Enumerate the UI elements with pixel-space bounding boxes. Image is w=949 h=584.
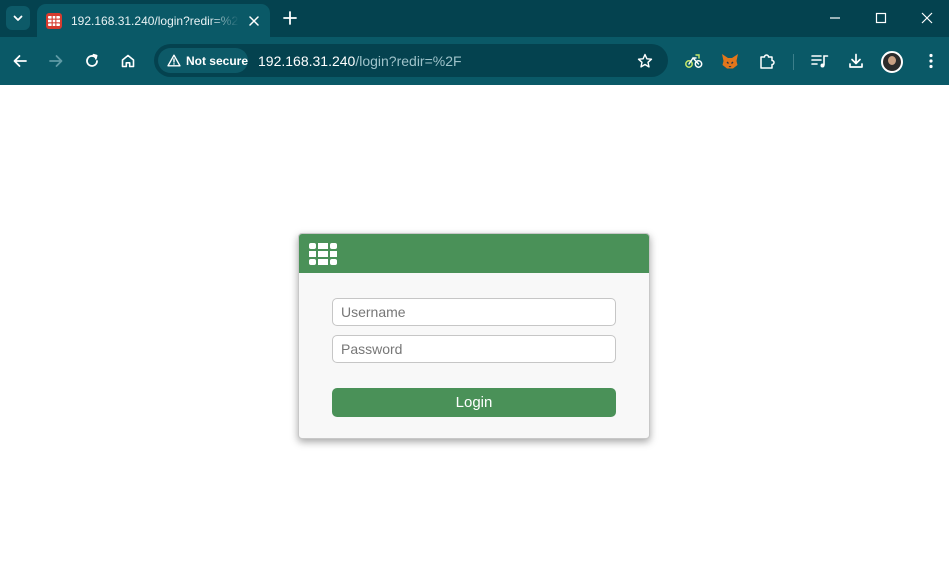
username-input[interactable] [332, 298, 616, 326]
tab-close-button[interactable] [246, 13, 262, 29]
login-panel-header [299, 234, 649, 273]
metamask-extension-button[interactable] [718, 49, 742, 73]
warning-icon [167, 54, 181, 67]
browser-tab[interactable]: 192.168.31.240/login?redir=%2F [37, 4, 270, 37]
tab-strip: 192.168.31.240/login?redir=%2F [0, 0, 949, 37]
puzzle-icon [760, 54, 775, 69]
home-icon [121, 54, 135, 68]
maximize-icon [875, 12, 887, 24]
bookmark-button[interactable] [636, 52, 654, 70]
tab-title: 192.168.31.240/login?redir=%2F [71, 13, 239, 28]
fortinet-favicon-icon [46, 12, 62, 29]
fox-icon [722, 53, 738, 68]
fortinet-logo-icon [309, 243, 337, 265]
maximize-button[interactable] [869, 6, 893, 30]
browser-toolbar: Not secure 192.168.31.240/login?redir=%2… [0, 37, 949, 85]
star-icon [637, 53, 653, 68]
arrow-left-icon [13, 55, 27, 67]
home-button[interactable] [116, 49, 140, 73]
not-secure-label: Not secure [185, 53, 248, 68]
url-host: 192.168.31.240 [258, 53, 356, 69]
url-path: /login?redir=%2F [355, 53, 462, 69]
extension-button-1[interactable] [682, 49, 706, 73]
tab-search-button[interactable] [6, 6, 30, 30]
playlist-music-icon [811, 55, 829, 68]
site-security-chip[interactable]: Not secure [158, 48, 248, 73]
reload-icon [86, 53, 98, 67]
close-icon [921, 12, 933, 24]
login-button[interactable]: Login [332, 388, 616, 417]
address-bar[interactable]: Not secure 192.168.31.240/login?redir=%2… [154, 44, 668, 77]
plus-icon [283, 11, 297, 25]
forward-button[interactable] [44, 49, 68, 73]
arrow-right-icon [49, 55, 63, 67]
url-text: 192.168.31.240/login?redir=%2F [258, 53, 462, 69]
close-icon [249, 16, 259, 26]
minimize-icon [830, 17, 840, 19]
chevron-down-icon [13, 15, 23, 21]
more-vertical-icon [929, 53, 933, 69]
password-input[interactable] [332, 335, 616, 363]
toolbar-separator [793, 54, 794, 70]
extensions-button[interactable] [755, 49, 779, 73]
reload-button[interactable] [80, 49, 104, 73]
new-tab-button[interactable] [280, 8, 300, 28]
media-controls-button[interactable] [808, 49, 832, 73]
close-window-button[interactable] [915, 6, 939, 30]
downloads-button[interactable] [844, 49, 868, 73]
back-button[interactable] [8, 49, 32, 73]
download-icon [849, 53, 863, 68]
login-panel: Login [298, 233, 650, 439]
minimize-button[interactable] [823, 6, 847, 30]
profile-avatar[interactable] [881, 51, 903, 73]
browser-menu-button[interactable] [919, 49, 943, 73]
bicycle-extension-icon [685, 54, 703, 68]
